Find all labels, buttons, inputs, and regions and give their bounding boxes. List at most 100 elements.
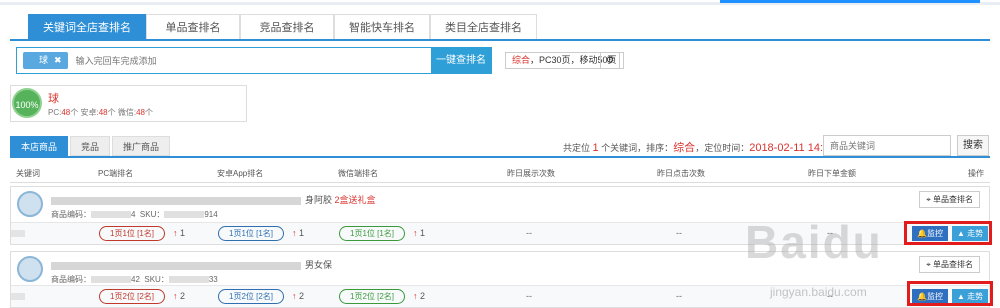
up-arrow-icon: ↑ — [173, 291, 178, 301]
gift-tag: 2盒送礼盒 — [334, 195, 376, 205]
wechat-rank-pill: 1页2位 [2名] — [339, 289, 406, 304]
keyword-summary-card: 100% 球 PC:48个 安卓:48个 微信:48个 — [10, 85, 247, 122]
col-actions: 操作 — [968, 169, 984, 178]
one-click-rank-button[interactable]: 一键查排名 — [431, 48, 491, 73]
sort-mode: 综合 — [512, 55, 531, 65]
product-codes: 商品编码： 42 SKU： 33 — [51, 274, 218, 285]
android-change: ↑ 2 — [292, 291, 304, 301]
keyword-input[interactable] — [67, 48, 431, 73]
pc-rank-pill: 1页1位 [1名] — [99, 226, 166, 241]
tab-keyword-shop-rank[interactable]: 关键词全店查排名 — [28, 14, 146, 40]
product-codes: 商品编码： 4 SKU： 914 — [51, 209, 218, 220]
product-name-suffix: 男女保 — [305, 260, 333, 270]
pc-label: PC: — [48, 108, 62, 117]
wechat-count: 48 — [136, 108, 145, 117]
tab-category-shop-rank[interactable]: 类目全店查排名 — [430, 14, 537, 40]
progress-circle: 100% — [12, 88, 42, 118]
redacted-name — [51, 261, 301, 270]
sku-tail: 33 — [208, 275, 218, 284]
sku-label: SKU： — [139, 210, 165, 219]
col-yesterday-shows: 昨日展示次数 — [507, 169, 555, 178]
wechat-change: ↑ 1 — [413, 228, 425, 238]
highlight-box — [907, 281, 993, 306]
pc-change-value: 2 — [180, 291, 186, 301]
redacted-name — [51, 196, 301, 205]
product-name[interactable]: 身阿胶 2盒送礼盒 — [51, 193, 376, 206]
unit-label: 个 — [144, 108, 153, 117]
redacted-keyword — [11, 230, 25, 237]
up-arrow-icon: ↑ — [292, 291, 297, 301]
android-label: 个 安卓: — [70, 108, 99, 117]
col-yesterday-clicks: 昨日点击次数 — [657, 169, 705, 178]
tab-competitor-products[interactable]: 竞品 — [70, 136, 111, 156]
watermark-brand: Baidu — [745, 216, 883, 268]
col-wechat-rank: 微信端排名 — [338, 169, 378, 178]
product-thumbnail[interactable] — [17, 256, 43, 282]
redacted-sku — [168, 276, 209, 284]
pc-change: ↑ 1 — [173, 228, 185, 238]
android-count: 48 — [98, 108, 108, 117]
up-arrow-icon: ↑ — [413, 228, 418, 238]
col-pc-rank: PC端排名 — [98, 169, 134, 178]
locate-time-label: ，定位时间： — [695, 143, 750, 153]
yesterday-clicks: -- — [676, 291, 682, 301]
product-tabs: 本店商品 竞品 推广商品 — [10, 136, 172, 156]
redacted-code — [91, 276, 131, 284]
redacted-code — [91, 211, 131, 219]
gear-icon[interactable]: ⚙ — [600, 52, 620, 69]
marker-icon: ⌖ — [926, 260, 931, 269]
code-label: 商品编码： — [51, 275, 91, 284]
locate-prefix: 共定位 — [563, 143, 591, 153]
marker-icon: ⌖ — [926, 195, 931, 204]
top-bar — [0, 0, 1000, 5]
locate-count: 1 — [592, 142, 599, 154]
product-name[interactable]: 男女保 — [51, 258, 332, 271]
single-item-rank-button[interactable]: ⌖ 单品查排名 — [919, 191, 980, 208]
pc-count: 48 — [61, 108, 71, 117]
pc-change: ↑ 2 — [173, 291, 185, 301]
up-arrow-icon: ↑ — [173, 228, 178, 238]
product-keyword-input[interactable] — [823, 135, 951, 156]
single-item-rank-button[interactable]: ⌖ 单品查排名 — [919, 256, 980, 273]
product-tab-underline — [10, 156, 990, 158]
wechat-rank-pill: 1页1位 [1名] — [339, 226, 406, 241]
redacted-keyword — [11, 293, 25, 300]
code-tail: 42 — [131, 275, 140, 284]
product-thumbnail[interactable] — [17, 191, 43, 217]
tab-smart-express-rank[interactable]: 智能快车排名 — [334, 14, 430, 40]
wechat-change-value: 2 — [420, 291, 426, 301]
keyword-search-box: 球✖ 一键查排名 — [16, 47, 492, 74]
tab-promoted-products[interactable]: 推广商品 — [112, 136, 171, 156]
locate-sort: 综合 — [673, 142, 696, 154]
table-header: 关键词 PC端排名 安卓App排名 微信端排名 昨日展示次数 昨日点击次数 昨日… — [10, 163, 990, 183]
chip-label: 球 — [39, 55, 49, 65]
android-change: ↑ 1 — [292, 228, 304, 238]
yesterday-shows: -- — [526, 228, 532, 238]
locate-status: 共定位 1 个关键词，排序：综合，定位时间：2018-02-11 14:05:2… — [563, 139, 851, 155]
watermark-url: jingyan.baidu.com — [770, 285, 867, 299]
android-change-value: 2 — [299, 291, 305, 301]
tab-single-item-rank[interactable]: 单品查排名 — [146, 14, 240, 40]
highlight-box — [904, 221, 992, 245]
pc-change-value: 1 — [180, 228, 186, 238]
redacted-sku — [164, 211, 205, 219]
tab-competitor-rank[interactable]: 竞品查排名 — [240, 14, 334, 40]
col-yesterday-orders: 昨日下单金额 — [808, 169, 856, 178]
wechat-label: 个 微信: — [107, 108, 137, 117]
up-arrow-icon: ↑ — [413, 291, 418, 301]
tab-underline — [10, 39, 990, 41]
tab-own-products[interactable]: 本店商品 — [10, 136, 69, 156]
android-change-value: 1 — [299, 228, 305, 238]
code-tail: 4 — [131, 210, 136, 219]
close-icon[interactable]: ✖ — [54, 55, 62, 65]
sku-tail: 914 — [204, 210, 218, 219]
wechat-change: ↑ 2 — [413, 291, 425, 301]
search-button[interactable]: 搜索 — [957, 135, 989, 156]
main-tabs: 关键词全店查排名 单品查排名 竞品查排名 智能快车排名 类目全店查排名 — [28, 14, 537, 40]
sku-label: SKU： — [144, 275, 169, 284]
keyword-chip[interactable]: 球 ✖ — [23, 52, 68, 69]
summary-counts: PC:48个 安卓:48个 微信:48个 — [48, 107, 153, 118]
android-rank-pill: 1页2位 [2名] — [218, 289, 285, 304]
rank-button-label: 单品查排名 — [933, 195, 973, 204]
yesterday-shows: -- — [526, 291, 532, 301]
